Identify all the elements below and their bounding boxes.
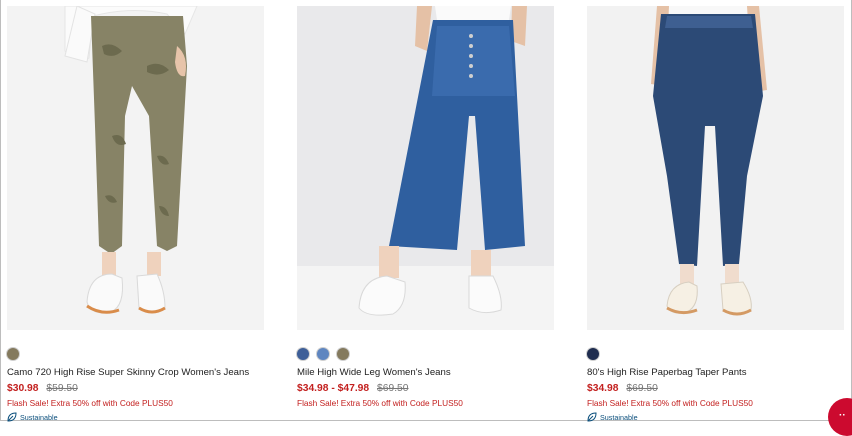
chat-button[interactable]: ··: [828, 398, 852, 436]
original-price: $69.50: [377, 383, 409, 394]
product-image[interactable]: [587, 6, 844, 330]
badge-label: Sustainable: [600, 412, 638, 422]
sale-price: $34.98 - $47.98: [297, 383, 370, 394]
chat-icon: ··: [839, 410, 846, 421]
original-price: $59.50: [46, 383, 78, 394]
color-swatches: [587, 348, 844, 360]
color-swatch[interactable]: [587, 348, 599, 360]
product-price: $34.98 $69.50: [587, 383, 844, 394]
product-card[interactable]: Camo 720 High Rise Super Skinny Crop Wom…: [7, 6, 264, 422]
promo-text: Flash Sale! Extra 50% off with Code PLUS…: [587, 398, 753, 408]
product-card[interactable]: 80's High Rise Paperbag Taper Pants $34.…: [587, 6, 844, 422]
badge-label: Sustainable: [20, 412, 58, 422]
leaf-icon: [7, 412, 17, 422]
product-card[interactable]: Mile High Wide Leg Women's Jeans $34.98 …: [297, 6, 554, 408]
original-price: $69.50: [626, 383, 658, 394]
color-swatch[interactable]: [317, 348, 329, 360]
color-swatch[interactable]: [297, 348, 309, 360]
product-price: $30.98 $59.50: [7, 383, 264, 394]
sale-price: $30.98: [7, 383, 39, 394]
promo-text: Flash Sale! Extra 50% off with Code PLUS…: [297, 398, 463, 408]
product-name[interactable]: Mile High Wide Leg Women's Jeans: [297, 367, 554, 378]
color-swatch[interactable]: [337, 348, 349, 360]
product-image[interactable]: [297, 6, 554, 330]
color-swatch[interactable]: [7, 348, 19, 360]
product-name[interactable]: 80's High Rise Paperbag Taper Pants: [587, 367, 844, 378]
sale-price: $34.98: [587, 383, 619, 394]
product-name[interactable]: Camo 720 High Rise Super Skinny Crop Wom…: [7, 367, 264, 378]
color-swatches: [7, 348, 264, 360]
color-swatches: [297, 348, 554, 360]
product-image[interactable]: [7, 6, 264, 330]
sustainable-badge: Sustainable: [587, 412, 844, 422]
product-price: $34.98 - $47.98 $69.50: [297, 383, 554, 394]
sustainable-badge: Sustainable: [7, 412, 264, 422]
promo-text: Flash Sale! Extra 50% off with Code PLUS…: [7, 398, 173, 408]
leaf-icon: [587, 412, 597, 422]
